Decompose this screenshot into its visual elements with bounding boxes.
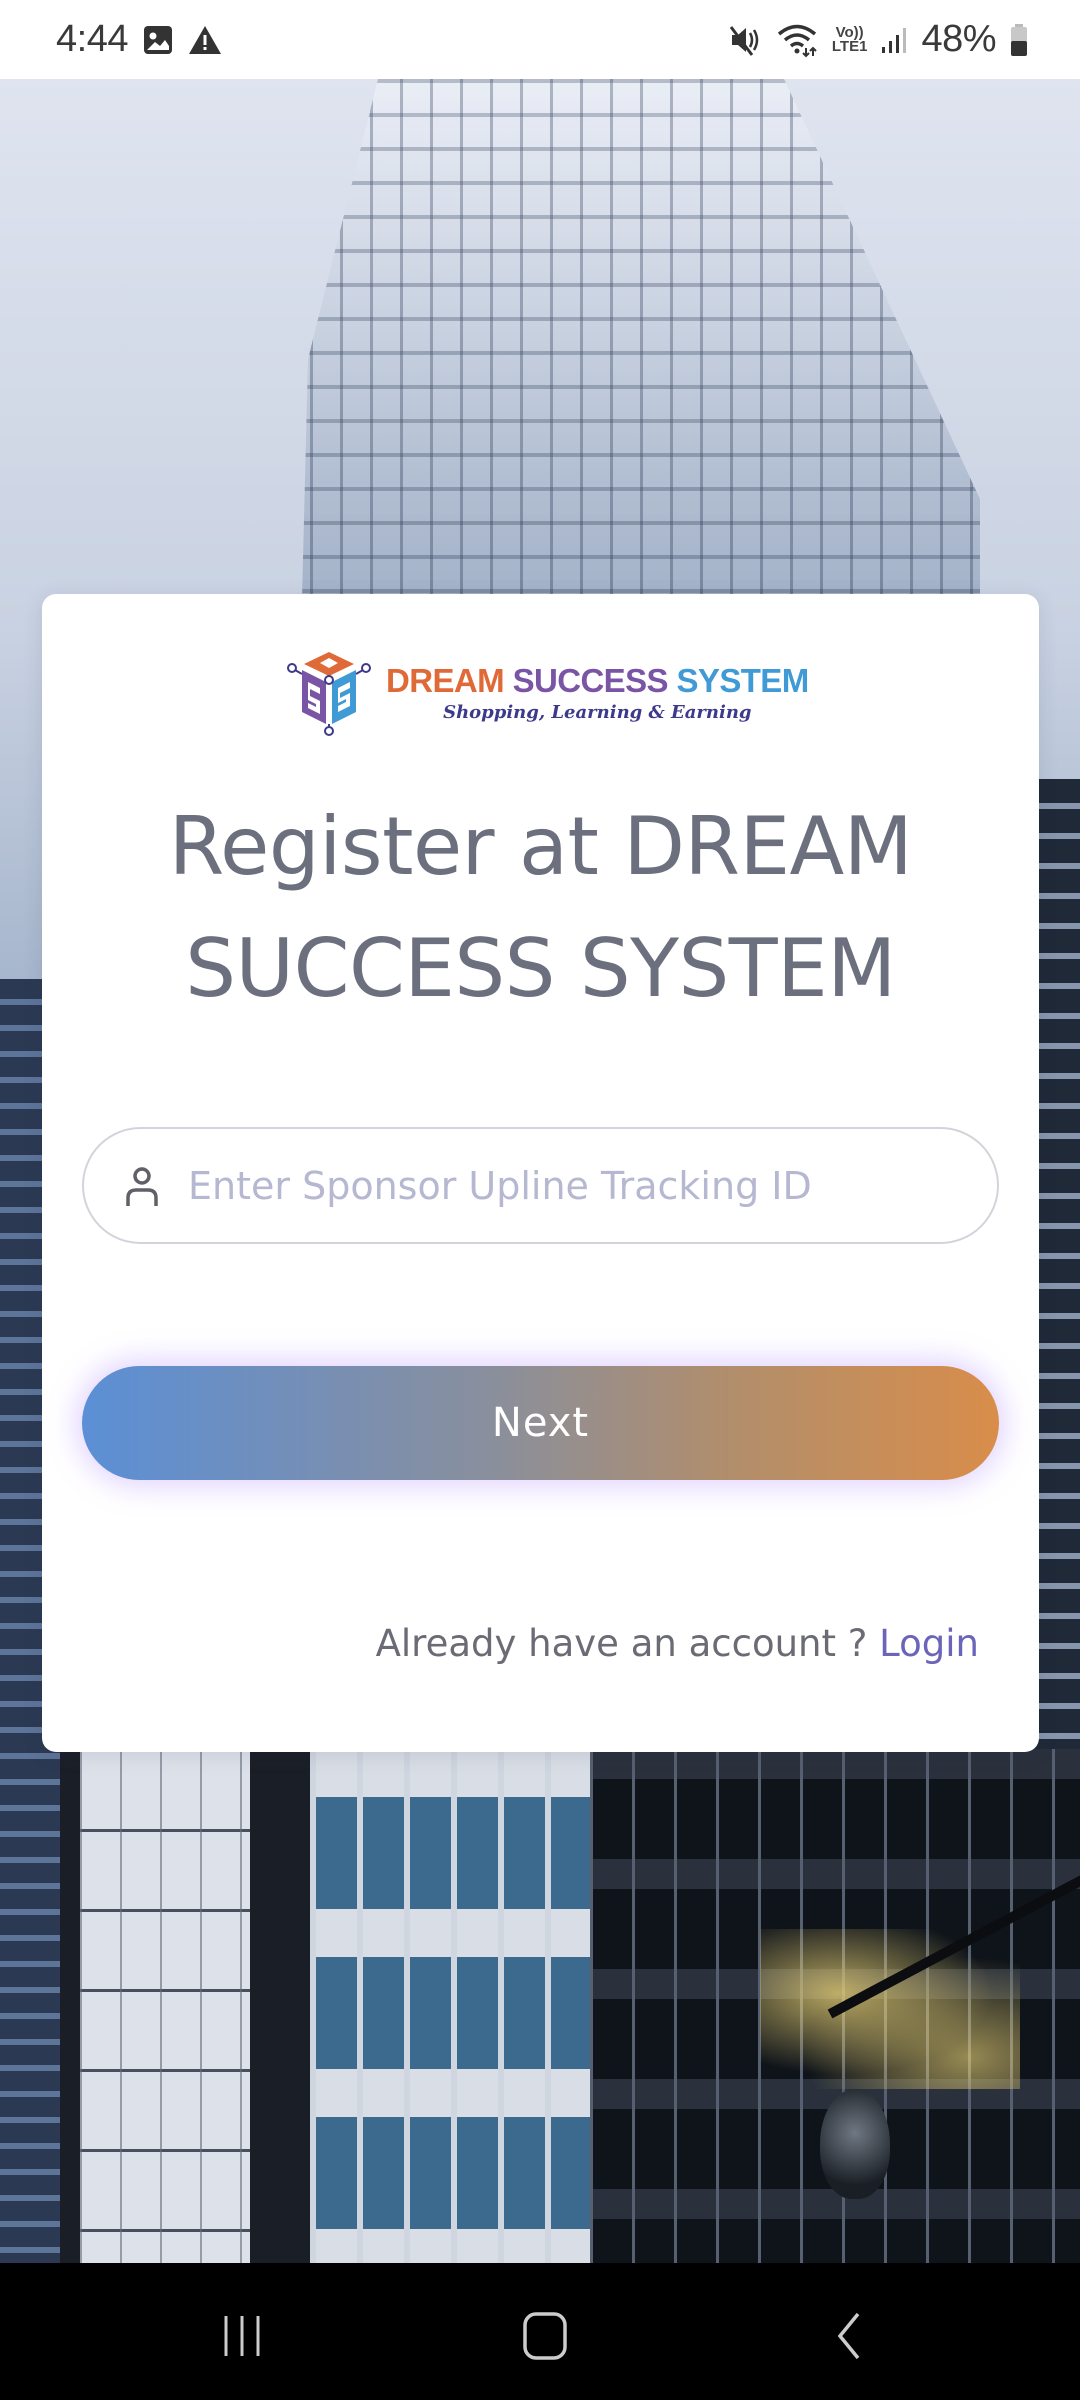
sponsor-id-field[interactable] xyxy=(82,1127,999,1244)
gallery-icon xyxy=(142,24,174,56)
battery-percent: 48% xyxy=(921,18,996,60)
status-bar: 4:44 Vo)) LTE1 48% xyxy=(0,0,1080,79)
warning-icon xyxy=(188,24,222,56)
system-nav-bar xyxy=(0,2263,1080,2400)
logo-tagline: Shopping, Learning & Earning xyxy=(443,701,752,723)
battery-icon xyxy=(1010,23,1028,57)
user-icon xyxy=(126,1166,158,1206)
logo-title-success: SUCCESS xyxy=(512,661,669,699)
logo-text: DREAM SUCCESS SYSTEM Shopping, Learning … xyxy=(386,662,809,723)
login-link[interactable]: Login xyxy=(879,1622,979,1665)
volte-lte-icon: Vo)) LTE1 xyxy=(831,25,868,55)
mute-icon xyxy=(728,23,762,57)
status-time: 4:44 xyxy=(56,18,128,60)
logo-title-dream: DREAM xyxy=(386,661,505,699)
back-icon xyxy=(837,2312,860,2360)
brand-logo: DREAM SUCCESS SYSTEM Shopping, Learning … xyxy=(284,648,809,736)
page-title-line2: SUCCESS SYSTEM xyxy=(185,922,896,1015)
login-prompt-row: Already have an account ? Login xyxy=(376,1622,979,1665)
page-title-line1: Register at DREAM xyxy=(168,800,913,893)
page-title: Register at DREAM SUCCESS SYSTEM xyxy=(42,786,1039,1030)
lte-label: LTE1 xyxy=(831,37,868,55)
wifi-icon xyxy=(776,22,818,58)
status-right: Vo)) LTE1 48% xyxy=(728,18,1028,61)
signal-icon xyxy=(881,25,907,55)
recent-apps-button[interactable] xyxy=(202,2303,282,2369)
logo-cube-icon xyxy=(287,652,371,736)
status-left: 4:44 xyxy=(56,18,222,61)
recent-apps-icon xyxy=(224,2316,260,2356)
home-button[interactable] xyxy=(505,2303,585,2369)
logo-title: DREAM SUCCESS SYSTEM xyxy=(386,662,809,700)
background-lower-building xyxy=(60,1749,1080,2263)
back-button[interactable] xyxy=(808,2303,888,2369)
sponsor-id-input[interactable] xyxy=(188,1163,948,1208)
next-button[interactable]: Next xyxy=(82,1366,999,1480)
login-prompt-text: Already have an account ? xyxy=(375,1622,868,1665)
register-card: DREAM SUCCESS SYSTEM Shopping, Learning … xyxy=(42,594,1039,1752)
home-icon xyxy=(523,2312,567,2360)
logo-title-system: SYSTEM xyxy=(676,661,810,699)
